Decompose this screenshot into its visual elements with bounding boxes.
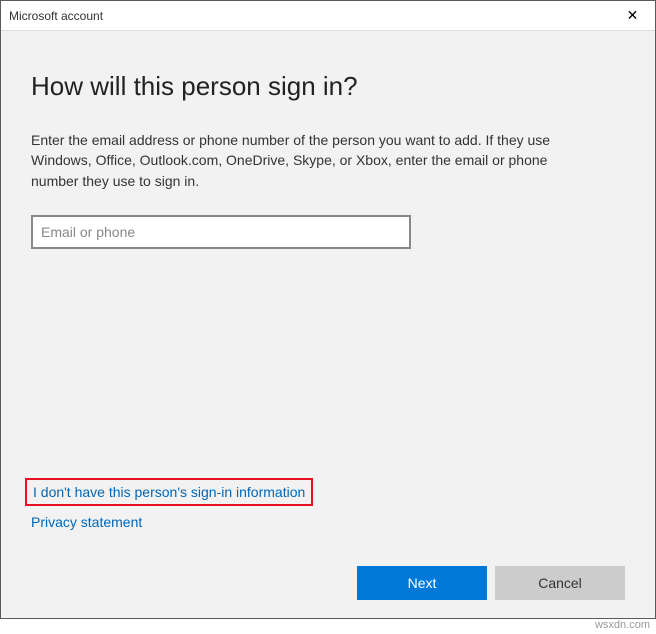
no-signin-info-link[interactable]: I don't have this person's sign-in infor… — [33, 484, 305, 500]
description-text: Enter the email address or phone number … — [31, 130, 591, 191]
close-icon: ✕ — [627, 7, 639, 24]
watermark: wsxdn.com — [595, 619, 650, 631]
close-button[interactable]: ✕ — [610, 1, 655, 30]
email-phone-input[interactable] — [31, 215, 411, 249]
titlebar: Microsoft account ✕ — [1, 1, 655, 31]
page-heading: How will this person sign in? — [31, 71, 625, 102]
button-row: Next Cancel — [357, 566, 625, 600]
dialog-window: Microsoft account ✕ How will this person… — [0, 0, 656, 619]
bottom-links: I don't have this person's sign-in infor… — [31, 478, 313, 540]
cancel-button[interactable]: Cancel — [495, 566, 625, 600]
next-button[interactable]: Next — [357, 566, 487, 600]
privacy-statement-link[interactable]: Privacy statement — [31, 514, 313, 530]
content-area: How will this person sign in? Enter the … — [1, 31, 655, 618]
window-title: Microsoft account — [9, 9, 103, 23]
highlight-box: I don't have this person's sign-in infor… — [25, 478, 313, 506]
